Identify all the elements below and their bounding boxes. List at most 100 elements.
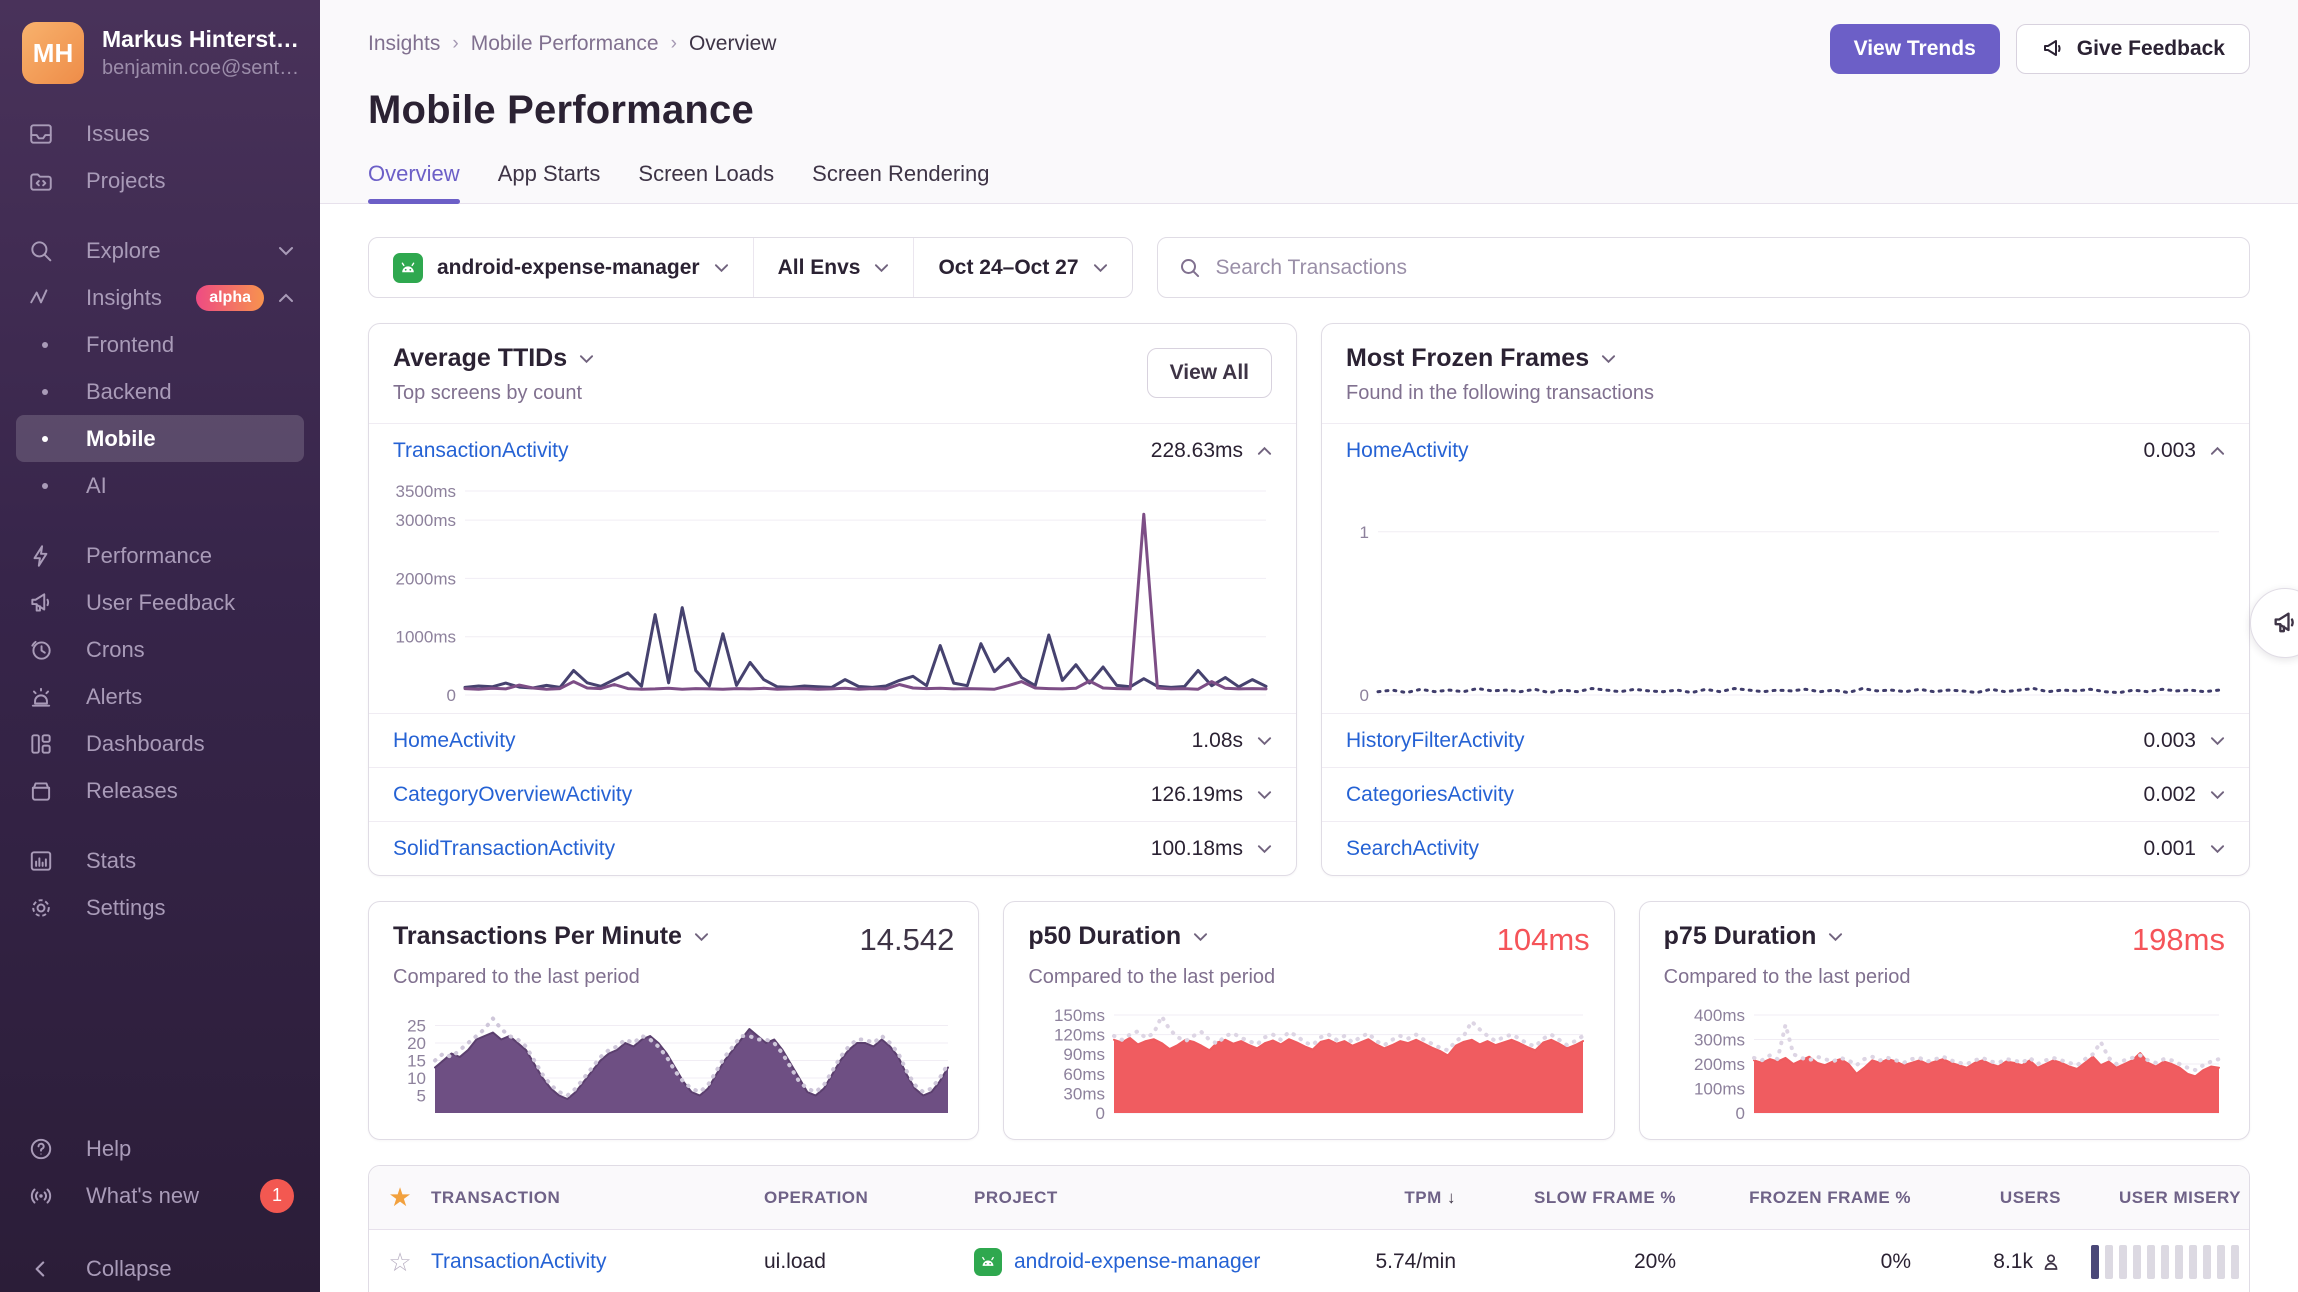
sidebar-item-help[interactable]: Help bbox=[0, 1125, 320, 1172]
star-outline-icon[interactable]: ☆ bbox=[369, 1247, 431, 1278]
sidebar-item-backend[interactable]: Backend bbox=[16, 368, 304, 415]
chevron-down-icon[interactable] bbox=[1257, 844, 1272, 854]
ttid-row-expanded[interactable]: TransactionActivity 228.63ms bbox=[369, 423, 1296, 477]
sidebar-collapse-button[interactable]: Collapse bbox=[0, 1245, 320, 1292]
col-project[interactable]: PROJECT bbox=[974, 1188, 1314, 1208]
view-trends-button[interactable]: View Trends bbox=[1830, 24, 2000, 74]
sidebar-item-settings[interactable]: Settings bbox=[0, 884, 320, 931]
sidebar-item-performance[interactable]: Performance bbox=[0, 532, 320, 579]
frozen-frames-title-select[interactable]: Most Frozen Frames bbox=[1346, 344, 2225, 373]
chevron-down-icon bbox=[694, 932, 709, 942]
user-menu[interactable]: MH Markus Hinterst… benjamin.coe@sent… bbox=[0, 0, 320, 94]
svg-text:2000ms: 2000ms bbox=[396, 569, 456, 588]
search-input[interactable] bbox=[1216, 256, 2229, 280]
chevron-up-icon[interactable] bbox=[2210, 446, 2225, 456]
transaction-link[interactable]: TransactionActivity bbox=[431, 1250, 606, 1273]
chevron-down-icon bbox=[1093, 263, 1108, 273]
col-tpm[interactable]: TPM ↓ bbox=[1314, 1188, 1464, 1208]
frozen-row[interactable]: HistoryFilterActivity 0.003 bbox=[1322, 713, 2249, 767]
svg-text:20: 20 bbox=[407, 1034, 426, 1053]
svg-text:400ms: 400ms bbox=[1694, 1006, 1745, 1025]
col-user-misery[interactable]: USER MISERY bbox=[2069, 1188, 2249, 1208]
transaction-link[interactable]: SearchActivity bbox=[1346, 837, 1479, 861]
breadcrumb-mobile-performance[interactable]: Mobile Performance bbox=[471, 32, 659, 56]
date-range-selector[interactable]: Oct 24–Oct 27 bbox=[913, 238, 1131, 297]
breadcrumb-separator: › bbox=[671, 33, 677, 55]
sidebar-item-mobile[interactable]: Mobile bbox=[16, 415, 304, 462]
chevron-down-icon[interactable] bbox=[2210, 736, 2225, 746]
col-operation[interactable]: OPERATION bbox=[764, 1188, 974, 1208]
sidebar-nav: Issues Projects Explore Insights alpha F… bbox=[0, 94, 320, 1292]
breadcrumb-insights[interactable]: Insights bbox=[368, 32, 440, 56]
sidebar-item-crons[interactable]: Crons bbox=[0, 626, 320, 673]
tpm-chart: 252015105 bbox=[393, 1003, 954, 1125]
sidebar-item-explore[interactable]: Explore bbox=[0, 227, 320, 274]
most-frozen-frames-panel: Most Frozen Frames Found in the followin… bbox=[1321, 323, 2250, 876]
p75-title-select[interactable]: p75 Duration bbox=[1664, 922, 1844, 951]
sidebar-item-projects[interactable]: Projects bbox=[0, 157, 320, 204]
transaction-link[interactable]: TransactionActivity bbox=[393, 439, 568, 463]
col-frozen-frame[interactable]: FROZEN FRAME % bbox=[1684, 1188, 1919, 1208]
ttid-row[interactable]: SolidTransactionActivity 100.18ms bbox=[369, 821, 1296, 875]
transaction-link[interactable]: HomeActivity bbox=[393, 729, 516, 753]
chevron-down-icon[interactable] bbox=[1257, 790, 1272, 800]
transaction-link[interactable]: CategoriesActivity bbox=[1346, 783, 1514, 807]
chevron-down-icon[interactable] bbox=[2210, 844, 2225, 854]
tab-screen-rendering[interactable]: Screen Rendering bbox=[812, 161, 989, 203]
bullet-icon bbox=[42, 342, 48, 348]
tpm-title-select[interactable]: Transactions Per Minute bbox=[393, 922, 709, 951]
sidebar-item-insights[interactable]: Insights alpha bbox=[0, 274, 320, 321]
sidebar-item-releases[interactable]: Releases bbox=[0, 767, 320, 814]
page-title: Mobile Performance bbox=[368, 88, 2250, 133]
col-users[interactable]: USERS bbox=[1919, 1188, 2069, 1208]
svg-text:3000ms: 3000ms bbox=[396, 511, 456, 530]
sidebar-item-issues[interactable]: Issues bbox=[0, 110, 320, 157]
project-link[interactable]: android-expense-manager bbox=[1014, 1250, 1260, 1274]
sidebar-item-frontend[interactable]: Frontend bbox=[16, 321, 304, 368]
chevron-up-icon[interactable] bbox=[1257, 446, 1272, 456]
chevron-down-icon bbox=[1828, 932, 1843, 942]
transaction-link[interactable]: HistoryFilterActivity bbox=[1346, 729, 1525, 753]
sidebar-item-stats[interactable]: Stats bbox=[0, 837, 320, 884]
view-all-button[interactable]: View All bbox=[1147, 348, 1272, 398]
user-misery-bar bbox=[2069, 1245, 2249, 1279]
average-ttids-subtitle: Top screens by count bbox=[393, 382, 1272, 405]
frozen-row[interactable]: SearchActivity 0.001 bbox=[1322, 821, 2249, 875]
chevron-down-icon[interactable] bbox=[1257, 736, 1272, 746]
chevron-down-icon bbox=[874, 263, 889, 273]
sidebar-item-ai[interactable]: AI bbox=[16, 462, 304, 509]
tab-screen-loads[interactable]: Screen Loads bbox=[638, 161, 774, 203]
bullet-icon bbox=[42, 483, 48, 489]
sidebar-item-dashboards[interactable]: Dashboards bbox=[0, 720, 320, 767]
average-ttids-panel: Average TTIDs Top screens by count View … bbox=[368, 323, 1297, 876]
filter-bar: android-expense-manager All Envs Oct 24–… bbox=[368, 237, 2250, 298]
project-selector[interactable]: android-expense-manager bbox=[369, 238, 753, 297]
sidebar-item-whats-new[interactable]: What's new 1 bbox=[0, 1172, 320, 1219]
col-slow-frame[interactable]: SLOW FRAME % bbox=[1464, 1188, 1684, 1208]
frozen-row[interactable]: CategoriesActivity 0.002 bbox=[1322, 767, 2249, 821]
star-filled-icon[interactable]: ★ bbox=[369, 1182, 431, 1213]
alpha-badge: alpha bbox=[196, 285, 264, 311]
ttid-row[interactable]: CategoryOverviewActivity 126.19ms bbox=[369, 767, 1296, 821]
chevron-down-icon[interactable] bbox=[2210, 790, 2225, 800]
svg-text:30ms: 30ms bbox=[1064, 1084, 1106, 1103]
transaction-link[interactable]: CategoryOverviewActivity bbox=[393, 783, 632, 807]
col-transaction[interactable]: TRANSACTION bbox=[431, 1188, 764, 1208]
sidebar-item-user-feedback[interactable]: User Feedback bbox=[0, 579, 320, 626]
tab-overview[interactable]: Overview bbox=[368, 161, 460, 203]
transaction-link[interactable]: SolidTransactionActivity bbox=[393, 837, 615, 861]
sidebar-item-alerts[interactable]: Alerts bbox=[0, 673, 320, 720]
environment-selector[interactable]: All Envs bbox=[753, 238, 914, 297]
svg-text:60ms: 60ms bbox=[1064, 1065, 1106, 1084]
frozen-row-expanded[interactable]: HomeActivity 0.003 bbox=[1322, 423, 2249, 477]
average-ttids-title-select[interactable]: Average TTIDs bbox=[393, 344, 1272, 373]
insights-icon bbox=[28, 285, 54, 311]
give-feedback-button[interactable]: Give Feedback bbox=[2016, 24, 2250, 74]
transaction-link[interactable]: HomeActivity bbox=[1346, 439, 1469, 463]
svg-text:10: 10 bbox=[407, 1069, 426, 1088]
ttid-row[interactable]: HomeActivity 1.08s bbox=[369, 713, 1296, 767]
lightning-icon bbox=[28, 543, 54, 569]
p50-title-select[interactable]: p50 Duration bbox=[1028, 922, 1208, 951]
tab-app-starts[interactable]: App Starts bbox=[498, 161, 601, 203]
user-icon bbox=[2041, 1252, 2061, 1272]
